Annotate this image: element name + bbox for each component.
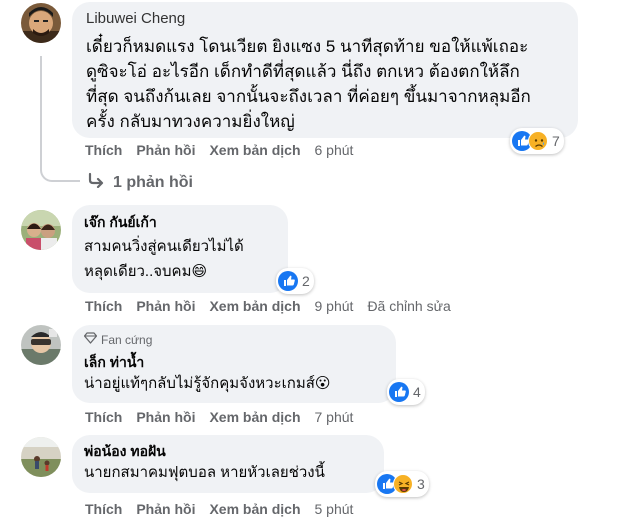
reaction-count: 7: [552, 133, 560, 149]
sad-icon: [528, 131, 548, 151]
comment-bubble: เจ๊ก กันย์เก้า สามคนวิ่งสู่คนเดียวไม่ได้…: [72, 205, 288, 293]
replies-count[interactable]: 1 phản hồi: [113, 174, 193, 192]
badge-label: Fan cứng: [101, 333, 153, 347]
comment-bubble: Fan cứng เล็ก ท่าน้ำ น่าอยู่แท้ๆกลับไม่ร…: [72, 325, 396, 403]
comment-author[interactable]: Libuwei Cheng: [86, 10, 564, 28]
comment-actions: Thích Phản hồi Xem bản dịch 7 phút: [85, 409, 367, 425]
like-button[interactable]: Thích: [85, 298, 122, 314]
translate-button[interactable]: Xem bản dịch: [209, 142, 300, 158]
comment-text: นายกสมาคมฟุตบอล หายหัวเลยช่วงนี้: [84, 464, 325, 481]
comment-time[interactable]: 5 phút: [315, 501, 354, 517]
comment-text: น่าอยู่แท้ๆกลับไม่รู้จักคุมจังหวะเกมส์😮: [84, 375, 331, 392]
reactions-summary[interactable]: 4: [387, 379, 425, 405]
reaction-count: 2: [302, 273, 310, 289]
view-replies-link[interactable]: 1 phản hồi: [87, 172, 193, 193]
avatar[interactable]: [21, 210, 61, 250]
comment-author[interactable]: เล็ก ท่าน้ำ: [84, 353, 384, 371]
translate-button[interactable]: Xem bản dịch: [209, 409, 300, 425]
reply-arrow-icon: [87, 172, 105, 193]
comment-text: เดี๋ยวก็หมดแรง โดนเวียต ยิงแซง 5 นาทีสุด…: [86, 37, 531, 131]
like-icon: [389, 382, 409, 402]
reply-button[interactable]: Phản hồi: [136, 501, 195, 517]
reply-button[interactable]: Phản hồi: [136, 298, 195, 314]
reply-button[interactable]: Phản hồi: [136, 142, 195, 158]
reactions-summary[interactable]: 2: [276, 268, 314, 294]
comment-author[interactable]: เจ๊ก กันย์เก้า: [84, 213, 276, 231]
laugh-icon: [393, 474, 413, 494]
avatar[interactable]: [21, 3, 61, 43]
reaction-count: 3: [417, 476, 425, 492]
comment-actions: Thích Phản hồi Xem bản dịch 9 phút Đã ch…: [85, 298, 465, 314]
comment-time[interactable]: 6 phút: [315, 142, 354, 158]
comment-bubble: พ่อน้อง ทอฝัน นายกสมาคมฟุตบอล หายหัวเลยช…: [72, 435, 384, 493]
translate-button[interactable]: Xem bản dịch: [209, 501, 300, 517]
avatar[interactable]: [21, 325, 61, 365]
like-button[interactable]: Thích: [85, 501, 122, 517]
comment-bubble: Libuwei Cheng เดี๋ยวก็หมดแรง โดนเวียต ยิ…: [72, 2, 578, 138]
translate-button[interactable]: Xem bản dịch: [209, 298, 300, 314]
like-button[interactable]: Thích: [85, 409, 122, 425]
reactions-summary[interactable]: 7: [510, 128, 564, 154]
comment-author[interactable]: พ่อน้อง ทอฝัน: [84, 442, 372, 460]
reaction-count: 4: [413, 384, 421, 400]
top-fan-badge: Fan cứng: [83, 332, 384, 348]
diamond-icon: [83, 332, 98, 348]
comment-actions: Thích Phản hồi Xem bản dịch 6 phút: [85, 142, 367, 158]
reply-button[interactable]: Phản hồi: [136, 409, 195, 425]
like-button[interactable]: Thích: [85, 142, 122, 158]
thread-line: [40, 150, 80, 182]
comment-text: สามคนวิ่งสู่คนเดียวไม่ได้ หลุดเดียว..จบค…: [84, 238, 244, 280]
reactions-summary[interactable]: 3: [375, 471, 429, 497]
edited-label: Đã chỉnh sửa: [367, 298, 451, 314]
like-icon: [278, 271, 298, 291]
comment-time[interactable]: 7 phút: [315, 409, 354, 425]
avatar[interactable]: [21, 437, 61, 477]
comment-time[interactable]: 9 phút: [315, 298, 354, 314]
comment-actions: Thích Phản hồi Xem bản dịch 5 phút: [85, 501, 367, 517]
